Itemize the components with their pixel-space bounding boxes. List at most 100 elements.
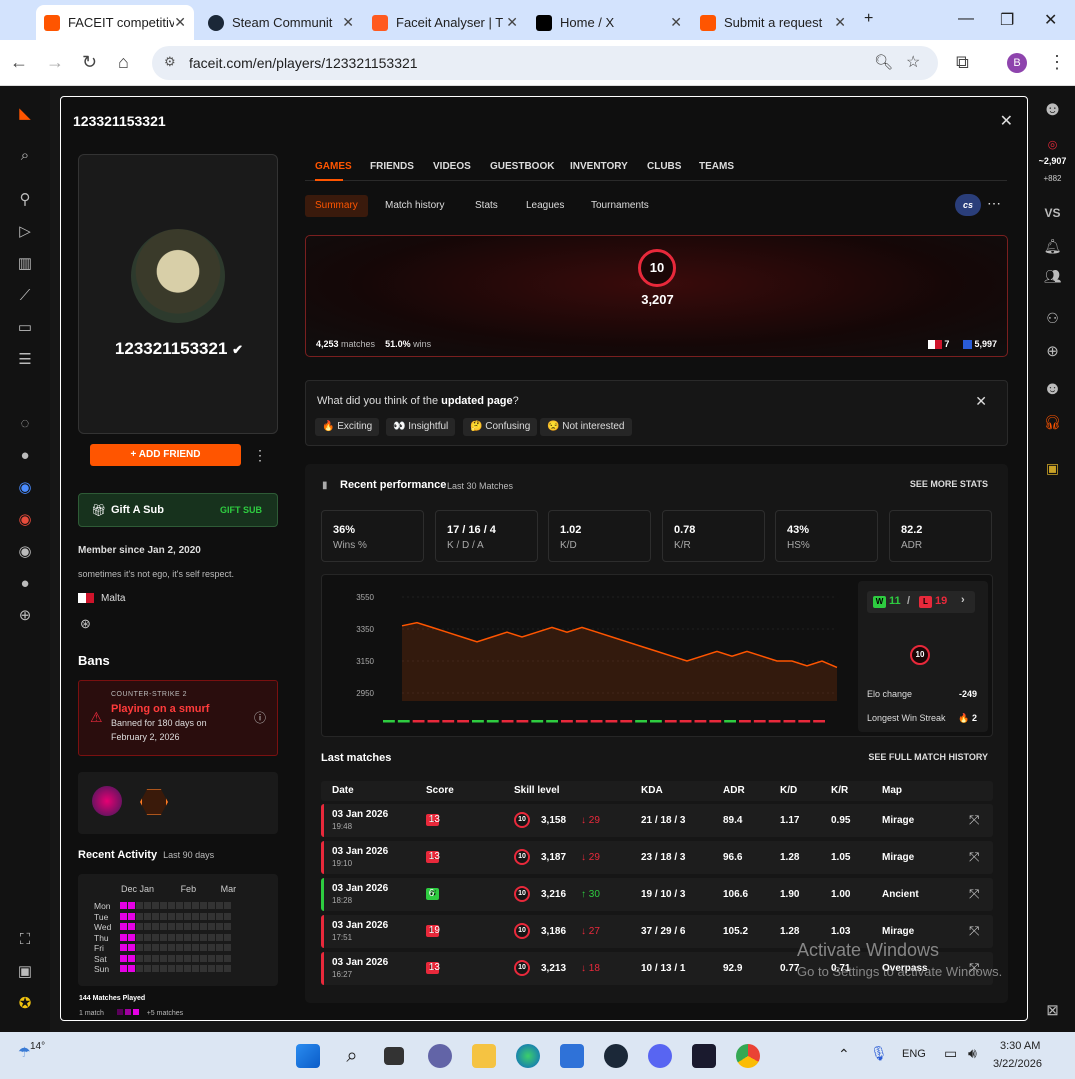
close-icon[interactable]: ✕ (975, 393, 987, 410)
user-avatar-icon[interactable]: ☻ (1030, 98, 1075, 121)
close-tab-icon[interactable]: ✕ (834, 14, 846, 31)
chevron-right-icon[interactable]: › (961, 594, 965, 606)
tab-games[interactable]: GAMES (315, 161, 352, 172)
shop-icon[interactable]: ▣ (16, 963, 34, 981)
bookmark-star-icon[interactable]: ☆ (906, 52, 920, 72)
browser-tab[interactable]: Faceit Analyser | T ✕ (364, 5, 526, 40)
add-friend-button[interactable]: + ADD FRIEND (90, 444, 241, 466)
browser-tab[interactable]: FACEIT competitive ✕ (36, 5, 194, 40)
see-more-stats-link[interactable]: SEE MORE STATS (910, 479, 988, 489)
feedback-exciting-button[interactable]: 🔥 Exciting (315, 418, 380, 436)
network-icon[interactable]: ▭ (944, 1045, 957, 1062)
zoom-icon[interactable]: 🔍︎ (874, 53, 893, 71)
tab-guestbook[interactable]: GUESTBOOK (490, 161, 554, 172)
reload-icon[interactable]: ↻ (82, 52, 97, 73)
volume-icon[interactable]: 🔊︎ (968, 1045, 977, 1062)
microphone-icon[interactable]: 🎙︎ (870, 1045, 888, 1062)
video-icon[interactable]: ▭ (16, 319, 34, 337)
chevron-up-icon[interactable]: ⌃ (838, 1046, 850, 1063)
party-icon[interactable]: ⚇ (1030, 310, 1075, 327)
tab-match-history[interactable]: Match history (375, 195, 454, 217)
tab-stats[interactable]: Stats (465, 195, 508, 217)
expand-icon[interactable]: ⤧ (969, 812, 979, 828)
clock-date[interactable]: 3/22/2026 (993, 1058, 1042, 1070)
close-icon[interactable]: ✕ (1000, 111, 1013, 131)
org-icon[interactable]: ◉ (16, 543, 34, 561)
file-explorer-icon[interactable] (472, 1044, 496, 1068)
hub-icon[interactable]: ◌ (16, 415, 34, 433)
tab-clubs[interactable]: CLUBS (647, 161, 681, 172)
forward-icon[interactable]: → (46, 52, 64, 73)
faceit-logo-icon[interactable]: ◣ (16, 105, 34, 123)
extensions-icon[interactable]: ⧉ (956, 52, 969, 73)
site-info-icon[interactable]: ⚙ (164, 54, 176, 70)
maximize-icon[interactable]: ❐ (1000, 10, 1014, 30)
edge-icon[interactable] (516, 1044, 540, 1068)
more-options-icon[interactable]: ⋮ (253, 447, 267, 464)
tab-tournaments[interactable]: Tournaments (581, 195, 659, 217)
feedback-not-interested-button[interactable]: 😒 Not interested (540, 418, 632, 436)
new-tab-icon[interactable]: + (864, 10, 873, 28)
profile-avatar[interactable]: B (1007, 53, 1027, 73)
browser-tab[interactable]: Steam Communit ✕ (200, 5, 362, 40)
club-badge-icon[interactable]: ▣ (1030, 460, 1075, 477)
store-icon[interactable] (560, 1044, 584, 1068)
weather-icon[interactable]: ☂ (18, 1044, 31, 1061)
search-icon[interactable]: ⌕ (340, 1044, 364, 1068)
table-row[interactable]: 03 Jan 202619:10L 9 : 13103,187↓ 2923 / … (321, 841, 993, 874)
expand-icon[interactable]: ⤧ (969, 886, 979, 902)
close-window-icon[interactable]: ✕ (1044, 10, 1057, 30)
url-text[interactable]: faceit.com/en/players/123321153321 (189, 55, 418, 71)
browser-tab[interactable]: Submit a request ✕ (692, 5, 854, 40)
language-indicator[interactable]: ENG (902, 1048, 926, 1060)
collapse-icon[interactable]: ⊠ (1030, 1001, 1075, 1019)
tab-teams[interactable]: TEAMS (699, 161, 734, 172)
tab-leagues[interactable]: Leagues (516, 195, 574, 217)
find-players-icon[interactable]: ⚲ (16, 191, 34, 209)
achievement-badge-icon[interactable] (140, 789, 168, 815)
info-icon[interactable]: ⓘ (254, 709, 266, 726)
points-icon[interactable]: ✪ (16, 995, 34, 1013)
expand-icon[interactable]: ⛶ (16, 931, 34, 949)
user-icon[interactable]: ● (16, 575, 34, 593)
tab-inventory[interactable]: INVENTORY (570, 161, 628, 172)
teams-icon[interactable] (428, 1044, 452, 1068)
start-icon[interactable] (296, 1044, 320, 1068)
browser-tab[interactable]: Home / X ✕ (528, 5, 690, 40)
team-icon[interactable]: ◉ (16, 511, 34, 529)
table-row[interactable]: 03 Jan 202618:28W 13 : 6103,216↑ 3019 / … (321, 878, 993, 911)
minimize-icon[interactable]: — (958, 10, 974, 28)
user-icon[interactable]: ● (16, 447, 34, 465)
leaderboard-icon[interactable]: ▥ (16, 255, 34, 273)
expand-icon[interactable]: ⤧ (969, 849, 979, 865)
cs2-game-icon[interactable]: cs (955, 194, 981, 216)
vs-button[interactable]: VS (1030, 206, 1075, 220)
win-loss-toggle[interactable]: W 11 / L 19 › (867, 591, 975, 613)
chrome-icon[interactable] (736, 1044, 760, 1068)
friends-icon[interactable]: 👥︎ (1030, 268, 1075, 285)
tab-videos[interactable]: VIDEOS (433, 161, 471, 172)
close-tab-icon[interactable]: ✕ (506, 14, 518, 31)
headset-icon[interactable]: 🎧︎ (1030, 414, 1075, 431)
home-icon[interactable]: ⌂ (118, 52, 129, 73)
tab-summary[interactable]: Summary (305, 195, 368, 217)
discord-icon[interactable] (648, 1044, 672, 1068)
expand-icon[interactable]: ⤧ (969, 923, 979, 939)
search-icon[interactable]: ⌕ (16, 147, 34, 165)
more-options-icon[interactable]: ⋯ (987, 195, 1001, 212)
game-launcher-icon[interactable] (692, 1044, 716, 1068)
feedback-confusing-button[interactable]: 🤔 Confusing (463, 418, 538, 436)
menu-icon[interactable]: ⋮ (1048, 52, 1066, 73)
list-icon[interactable]: ☰ (16, 351, 34, 369)
tab-friends[interactable]: FRIENDS (370, 161, 414, 172)
omnibox[interactable]: ⚙ faceit.com/en/players/123321153321 🔍︎ … (152, 46, 938, 80)
season-badge-icon[interactable] (92, 786, 122, 816)
task-view-icon[interactable] (384, 1047, 404, 1065)
close-tab-icon[interactable]: ✕ (670, 14, 682, 31)
clock-time[interactable]: 3:30 AM (1000, 1040, 1040, 1052)
see-full-history-link[interactable]: SEE FULL MATCH HISTORY (868, 752, 988, 762)
feedback-insightful-button[interactable]: 👀 Insightful (386, 418, 456, 436)
play-icon[interactable]: ▷ (16, 223, 34, 241)
gift-sub-button[interactable]: GIFT SUB (220, 505, 262, 515)
steam-icon[interactable] (604, 1044, 628, 1068)
